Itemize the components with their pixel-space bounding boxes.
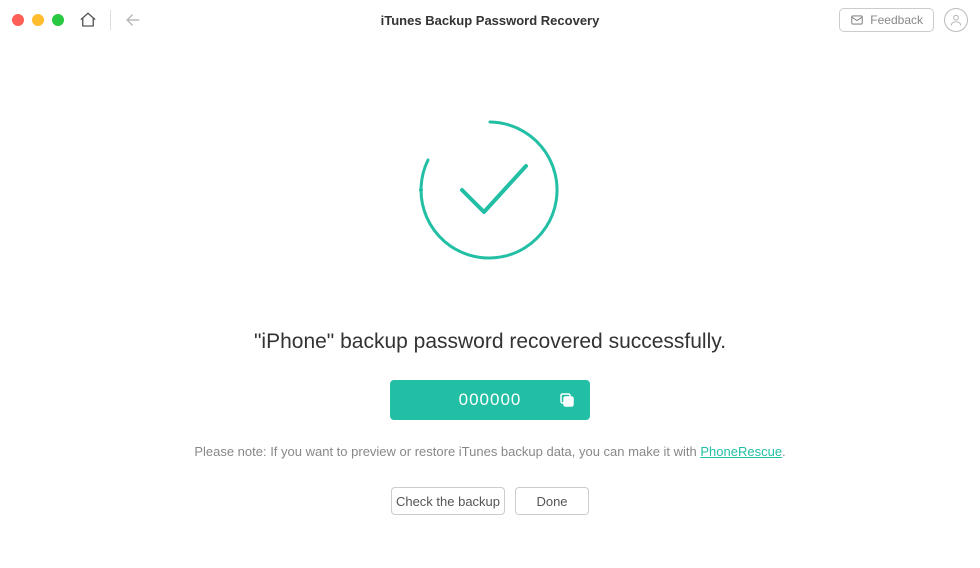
window-close-button[interactable] bbox=[12, 14, 24, 26]
arrow-left-icon bbox=[123, 10, 143, 30]
check-backup-button[interactable]: Check the backup bbox=[391, 487, 505, 515]
recovered-password: 000000 bbox=[459, 390, 522, 410]
traffic-lights bbox=[12, 14, 64, 26]
note-prefix: Please note: If you want to preview or r… bbox=[194, 444, 700, 459]
window-maximize-button[interactable] bbox=[52, 14, 64, 26]
home-button[interactable] bbox=[76, 8, 100, 32]
titlebar: iTunes Backup Password Recovery Feedback bbox=[0, 0, 980, 40]
copy-icon bbox=[558, 391, 576, 409]
done-button[interactable]: Done bbox=[515, 487, 589, 515]
success-indicator bbox=[410, 110, 570, 270]
titlebar-right: Feedback bbox=[839, 8, 968, 32]
success-message: "iPhone" backup password recovered succe… bbox=[254, 330, 726, 354]
feedback-label: Feedback bbox=[870, 13, 923, 27]
back-button[interactable] bbox=[121, 8, 145, 32]
main-content: "iPhone" backup password recovered succe… bbox=[0, 40, 980, 515]
phonerescue-link[interactable]: PhoneRescue bbox=[700, 444, 782, 459]
password-result-box[interactable]: 000000 bbox=[390, 380, 590, 420]
titlebar-divider bbox=[110, 10, 111, 30]
account-button[interactable] bbox=[944, 8, 968, 32]
window-title: iTunes Backup Password Recovery bbox=[381, 13, 600, 28]
note-suffix: . bbox=[782, 444, 786, 459]
feedback-button[interactable]: Feedback bbox=[839, 8, 934, 32]
note-text: Please note: If you want to preview or r… bbox=[194, 444, 785, 459]
home-icon bbox=[79, 11, 97, 29]
action-buttons: Check the backup Done bbox=[391, 487, 589, 515]
user-icon bbox=[949, 13, 963, 27]
mail-icon bbox=[850, 13, 864, 27]
checkmark-circle-icon bbox=[410, 110, 570, 270]
window-minimize-button[interactable] bbox=[32, 14, 44, 26]
